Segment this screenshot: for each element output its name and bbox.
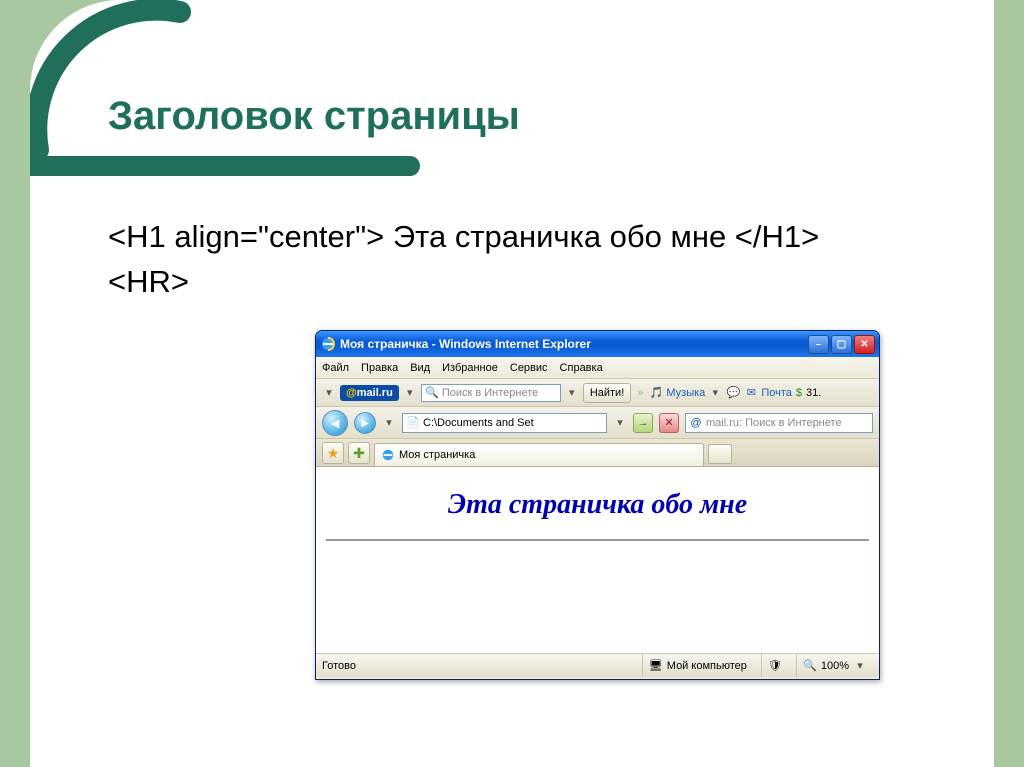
mailru-address-search[interactable]: @ mail.ru: Поиск в Интернете (685, 413, 873, 433)
code-line-1: <H1 align="center"> Эта страничка обо мн… (108, 215, 819, 260)
chevron-down-icon[interactable]: ▾ (613, 416, 627, 429)
menu-favorites[interactable]: Избранное (442, 362, 498, 374)
menu-view[interactable]: Вид (410, 362, 430, 374)
computer-icon: 🖥 (649, 659, 663, 673)
arrow-right-icon: → (638, 417, 649, 429)
separator: » (635, 387, 645, 399)
chevron-down-icon[interactable]: ▾ (322, 386, 336, 399)
ie-window: Моя страничка - Windows Internet Explore… (315, 330, 880, 680)
close-button[interactable]: ✕ (854, 335, 875, 354)
navigation-toolbar: ◄ ► ▾ 📄 C:\Documents and Set ▾ → ✕ @ mai… (316, 407, 879, 439)
search-placeholder: Поиск в Интернете (442, 387, 538, 399)
add-favorite-button[interactable]: ✚ (348, 442, 370, 464)
status-ready: Готово (322, 660, 522, 672)
slide-card: Заголовок страницы <H1 align="center"> Э… (30, 0, 994, 767)
page-heading: Эта страничка обо мне (326, 489, 869, 521)
status-bar: Готово 🖥 Мой компьютер 🛡 🔍 100% ▾ (316, 653, 879, 677)
mailru-search-input[interactable]: 🔍 Поиск в Интернете (421, 384, 561, 402)
favorites-star-button[interactable]: ★ (322, 442, 344, 464)
page-content: Эта страничка обо мне (316, 467, 879, 653)
go-button[interactable]: → (633, 413, 653, 433)
chat-bubble-icon: 💬 (726, 386, 740, 400)
maximize-button[interactable]: ▢ (831, 335, 852, 354)
new-tab-button[interactable] (708, 444, 732, 464)
menu-file[interactable]: Файл (322, 362, 349, 374)
tab-bar: ★ ✚ Моя страничка (316, 439, 879, 467)
menu-edit[interactable]: Правка (361, 362, 398, 374)
slide-title: Заголовок страницы (108, 94, 520, 139)
chevron-down-icon[interactable]: ▾ (565, 386, 579, 399)
chevron-down-icon[interactable]: ▾ (382, 416, 396, 429)
chevron-down-icon[interactable]: ▾ (403, 386, 417, 399)
find-button[interactable]: Найти! (583, 383, 631, 403)
mailru-search-placeholder: mail.ru: Поиск в Интернете (706, 417, 842, 429)
zoom-icon: 🔍 (803, 659, 817, 673)
forward-button[interactable]: ► (354, 412, 376, 434)
address-text: C:\Documents and Set (423, 417, 534, 429)
page-hr (326, 539, 869, 541)
mailru-toolbar: ▾ @@mail.rumail.ru ▾ 🔍 Поиск в Интернете… (316, 379, 879, 407)
chat-icon[interactable]: 💬 (726, 386, 740, 400)
menu-bar: Файл Правка Вид Избранное Сервис Справка (316, 357, 879, 379)
corner-decoration (30, 0, 200, 170)
window-titlebar[interactable]: Моя страничка - Windows Internet Explore… (316, 331, 879, 357)
code-line-2: <HR> (108, 260, 819, 305)
envelope-icon: ✉ (744, 386, 758, 400)
chevron-down-icon: ▾ (853, 659, 867, 672)
protected-mode: 🛡 (761, 654, 788, 677)
mail-link[interactable]: ✉ Почта (744, 386, 792, 400)
menu-tools[interactable]: Сервис (510, 362, 548, 374)
ie-logo-icon (320, 336, 336, 352)
menu-help[interactable]: Справка (560, 362, 603, 374)
music-icon: 🎵 (649, 386, 663, 400)
chevron-down-icon: ▾ (708, 386, 722, 399)
code-example: <H1 align="center"> Эта страничка обо мн… (108, 215, 819, 305)
window-title: Моя страничка - Windows Internet Explore… (340, 337, 808, 351)
at-icon: @ (689, 416, 703, 430)
browser-tab[interactable]: Моя страничка (374, 443, 704, 466)
currency-icon[interactable]: $ (796, 387, 802, 399)
stop-button[interactable]: ✕ (659, 413, 679, 433)
mailru-logo[interactable]: @@mail.rumail.ru (340, 385, 399, 401)
stop-icon: ✕ (664, 416, 673, 429)
search-icon: 🔍 (425, 386, 439, 400)
zoom-control[interactable]: 🔍 100% ▾ (796, 654, 873, 677)
back-button[interactable]: ◄ (322, 410, 348, 436)
ie-page-icon (381, 448, 395, 462)
page-icon: 📄 (406, 416, 420, 430)
music-link[interactable]: 🎵 Музыка ▾ (649, 386, 722, 400)
title-underline (30, 156, 420, 176)
address-bar[interactable]: 📄 C:\Documents and Set (402, 413, 607, 433)
tab-label: Моя страничка (399, 449, 475, 461)
minimize-button[interactable]: – (808, 335, 829, 354)
shield-icon: 🛡 (768, 659, 782, 673)
status-zone: 🖥 Мой компьютер (642, 654, 753, 677)
toolbar-extra: 31. (806, 387, 821, 399)
